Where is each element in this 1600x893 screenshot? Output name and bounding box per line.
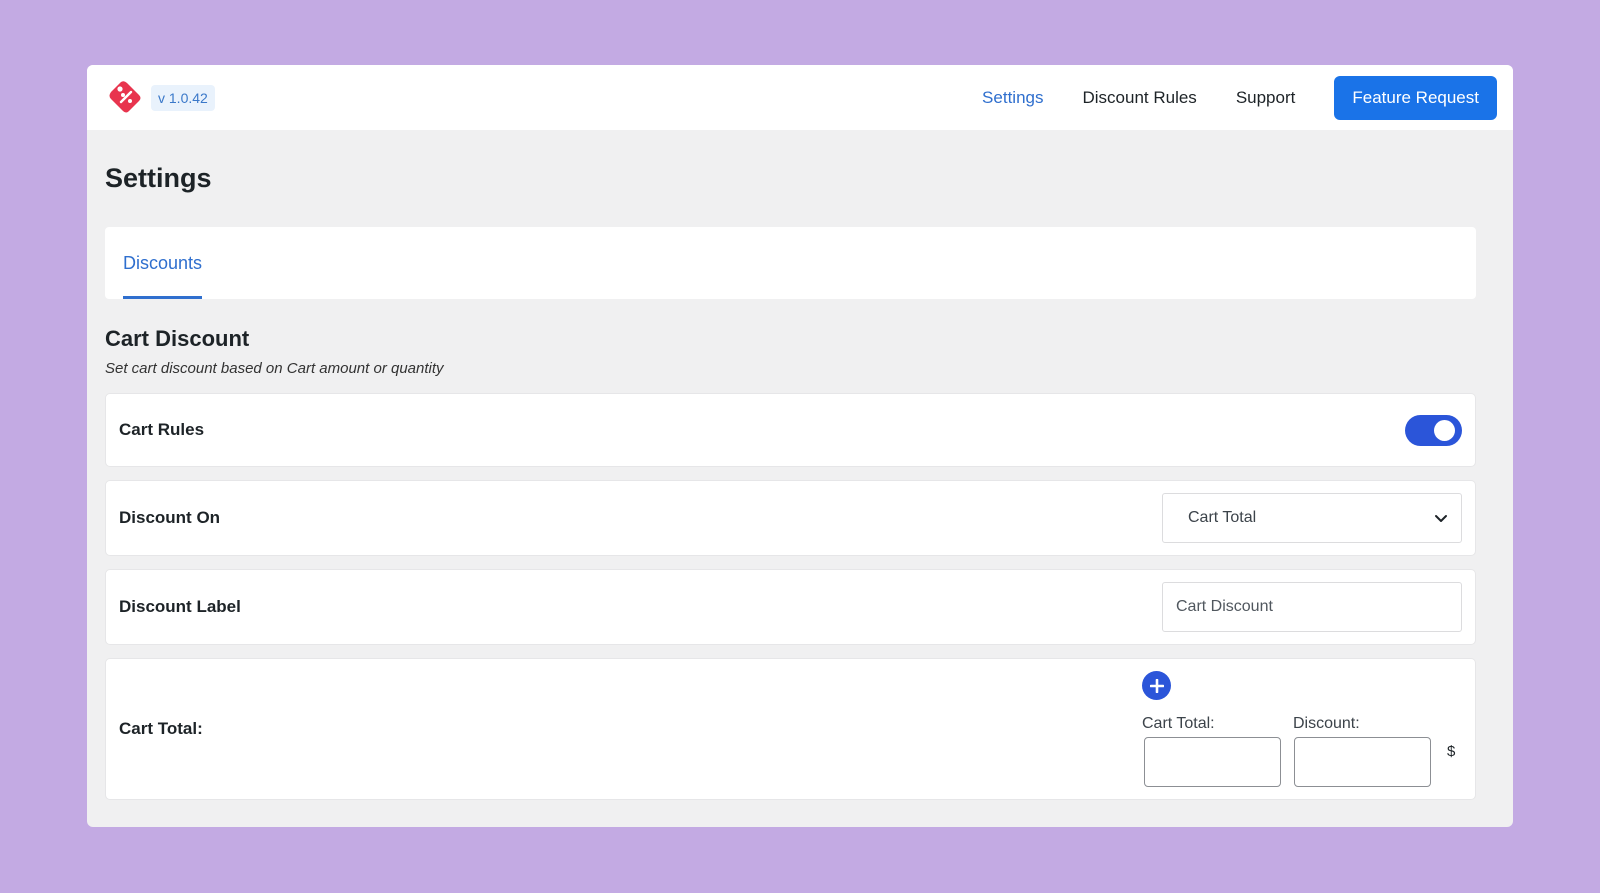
cart-rules-toggle[interactable] — [1405, 414, 1462, 446]
discount-label-label: Discount Label — [119, 597, 241, 616]
section-description: Set cart discount based on Cart amount o… — [105, 360, 444, 377]
tier-discount-input[interactable] — [1294, 737, 1431, 787]
chevron-down-icon — [1435, 515, 1447, 522]
tier-cart-total-label: Cart Total: — [1142, 715, 1215, 732]
cart-rules-label: Cart Rules — [119, 420, 205, 439]
tabs-bar: Discounts — [105, 227, 1476, 299]
nav-discount-rules-link[interactable]: Discount Rules — [1082, 88, 1196, 108]
currency-symbol: $ — [1447, 743, 1456, 760]
price-tag-percent-icon[interactable] — [105, 78, 145, 118]
plus-icon — [1149, 678, 1164, 693]
page-title: Settings — [105, 163, 212, 193]
discount-on-selected-value: Cart Total — [1188, 509, 1257, 526]
cart-total-label: Cart Total: — [119, 719, 203, 738]
version-badge: v 1.0.42 — [151, 84, 215, 111]
section-title: Cart Discount — [105, 326, 250, 351]
discount-on-label: Discount On — [119, 508, 221, 527]
settings-window: v 1.0.42 Settings Discount Rules Support… — [87, 65, 1513, 827]
cart-total-row: Cart Total: Cart Total: Discount: $ — [105, 658, 1476, 800]
discount-on-select[interactable]: Cart Total — [1162, 493, 1462, 543]
tab-discounts[interactable]: Discounts — [123, 227, 203, 299]
discount-on-row: Discount On Cart Total — [105, 480, 1476, 556]
cart-rules-row: Cart Rules — [105, 393, 1476, 467]
main-content: Settings Discounts Cart Discount Set car… — [87, 163, 1513, 800]
feature-request-button[interactable]: Feature Request — [1334, 75, 1497, 120]
nav-settings-link[interactable]: Settings — [982, 88, 1043, 108]
tier-discount-label: Discount: — [1293, 715, 1360, 732]
tier-cart-total-input[interactable] — [1144, 737, 1281, 787]
discount-label-input[interactable] — [1162, 582, 1462, 632]
cart-total-tiers: Cart Total: Discount: $ — [1142, 659, 1462, 801]
nav-support-link[interactable]: Support — [1236, 88, 1296, 108]
discount-label-row: Discount Label — [105, 569, 1476, 645]
toggle-knob — [1434, 419, 1455, 441]
top-bar: v 1.0.42 Settings Discount Rules Support… — [87, 65, 1513, 130]
top-nav: Settings Discount Rules Support Feature … — [982, 75, 1497, 120]
add-tier-button[interactable] — [1142, 671, 1171, 700]
